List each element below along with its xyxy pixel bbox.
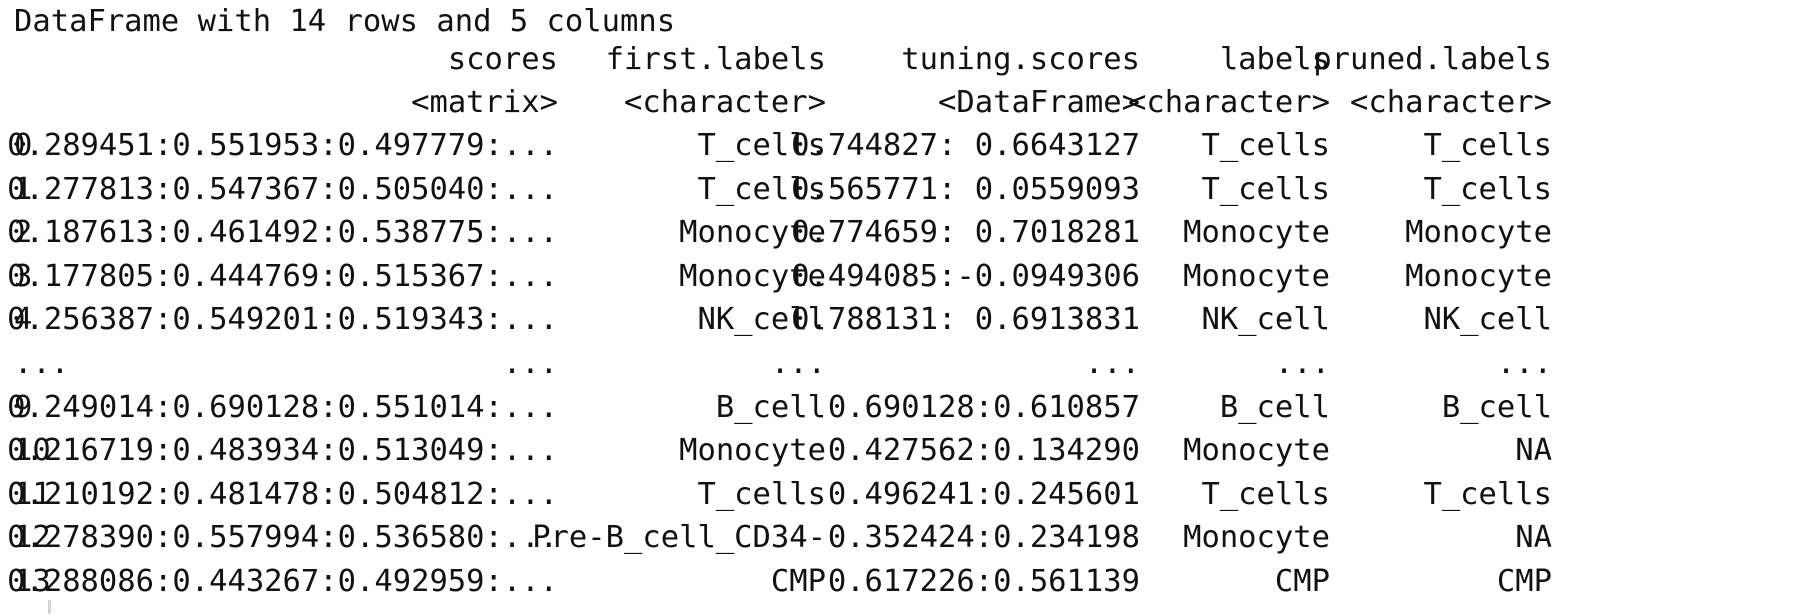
table-row: 1 0.277813:0.547367:0.505040:... T_cells 0.… [7, 168, 1790, 212]
cell-labels: B_cell [1219, 389, 1330, 425]
cell-scores: 0.289451:0.551953:0.497779:... [7, 128, 558, 163]
table-row: 12 0.278390:0.557994:0.536580:... Pre-B_ce… [7, 516, 1790, 560]
cell-scores: 0.177805:0.444769:0.515367:... [7, 258, 558, 294]
cell-pruned-labels: T_cells [1423, 128, 1552, 163]
table-row: .................. [14, 342, 1790, 386]
cell-labels: T_cells [1201, 171, 1330, 207]
table-row: 11 0.210192:0.481478:0.504812:... T_cells 0… [7, 473, 1790, 517]
cell-scores: 0.249014:0.690128:0.551014:... [7, 389, 558, 425]
cell-labels: NK_cell [1201, 302, 1330, 338]
cell-pruned-labels: NA [1515, 433, 1552, 469]
cell-tuning-scores: ... [1084, 346, 1140, 381]
cell-tuning-scores: 0.427562:0.134290 [827, 433, 1140, 469]
cell-labels: CMP [1274, 564, 1330, 599]
cell-pruned-labels: NA [1515, 520, 1552, 556]
table-row: 4 0.256387:0.549201:0.519343:... NK_cell 0.… [7, 298, 1790, 342]
row-index: ... [14, 346, 70, 381]
cell-pruned-labels: ... [1496, 346, 1552, 381]
column-type-pruned-labels: <character> [1350, 85, 1552, 120]
column-type-row: <matrix> <character> <DataFrame> <charac… [14, 81, 1790, 125]
cell-scores: 0.256387:0.549201:0.519343:... [7, 302, 558, 338]
cell-labels: Monocyte [1183, 433, 1330, 469]
cell-scores: ... [502, 346, 558, 381]
cell-scores: 0.187613:0.461492:0.538775:... [7, 215, 558, 251]
cell-tuning-scores: 0.788131: 0.6913831 [791, 302, 1140, 338]
cell-labels: Monocyte [1183, 258, 1330, 294]
table-row: 9 0.249014:0.690128:0.551014:... B_cell 0.6… [7, 386, 1790, 430]
cell-labels: ... [1274, 346, 1330, 381]
cell-first-labels: B_cell [715, 389, 826, 425]
column-type-scores: <matrix> [411, 85, 558, 120]
table-row: 3 0.177805:0.444769:0.515367:... Monocyte 0… [7, 255, 1790, 299]
cell-tuning-scores: 0.774659: 0.7018281 [791, 215, 1140, 251]
column-header-first-labels: first.labels [605, 42, 826, 77]
table-row: 10 0.216719:0.483934:0.513049:... Monocyte… [7, 429, 1790, 473]
table-row: 0 0.289451:0.551953:0.497779:... T_cells 0.… [7, 124, 1790, 168]
column-type-labels: <character> [1128, 85, 1330, 120]
cell-tuning-scores: 0.617226:0.561139 [827, 564, 1140, 599]
cell-first-labels: CMP [770, 564, 826, 599]
cell-labels: T_cells [1201, 476, 1330, 512]
column-type-tuning-scores: <DataFrame> [938, 85, 1140, 120]
cell-scores: 0.216719:0.483934:0.513049:... [7, 433, 558, 469]
cell-scores: 0.210192:0.481478:0.504812:... [7, 476, 558, 512]
cell-tuning-scores: 0.744827: 0.6643127 [791, 128, 1140, 163]
column-header-pruned-labels: pruned.labels [1313, 42, 1552, 77]
cursor-indicator [48, 600, 51, 614]
cell-first-labels: T_cells [697, 476, 826, 512]
console-output: DataFrame with 14 rows and 5 columns sco… [0, 0, 1794, 616]
cell-pruned-labels: T_cells [1423, 476, 1552, 512]
cell-pruned-labels: Monocyte [1405, 215, 1552, 251]
cell-labels: Monocyte [1183, 520, 1330, 556]
cell-tuning-scores: 0.565771: 0.0559093 [791, 171, 1140, 207]
table-row: 13 0.288086:0.443267:0.492959:... CMP 0.617… [7, 560, 1790, 604]
cell-tuning-scores: 0.352424:0.234198 [827, 520, 1140, 556]
cell-tuning-scores: 0.496241:0.245601 [827, 476, 1140, 512]
column-type-first-labels: <character> [624, 85, 826, 120]
cell-scores: 0.288086:0.443267:0.492959:... [7, 564, 558, 599]
cell-tuning-scores: 0.494085:-0.0949306 [791, 258, 1140, 294]
cell-labels: Monocyte [1183, 215, 1330, 251]
cell-pruned-labels: NK_cell [1423, 302, 1552, 338]
cell-labels: T_cells [1201, 128, 1330, 163]
column-header-scores: scores [447, 42, 558, 77]
column-header-row: scores first.labels tuning.scores labels… [14, 38, 1790, 82]
cell-pruned-labels: T_cells [1423, 171, 1552, 207]
column-header-tuning-scores: tuning.scores [901, 42, 1140, 77]
cell-pruned-labels: Monocyte [1405, 258, 1552, 294]
cell-first-labels: ... [770, 346, 826, 381]
cell-scores: 0.277813:0.547367:0.505040:... [7, 171, 558, 207]
cell-tuning-scores: 0.690128:0.610857 [827, 389, 1140, 425]
cell-pruned-labels: CMP [1496, 564, 1552, 599]
cell-first-labels: Pre-B_cell_CD34- [532, 520, 826, 556]
cell-pruned-labels: B_cell [1441, 389, 1552, 425]
cell-first-labels: Monocyte [679, 433, 826, 469]
table-row: 2 0.187613:0.461492:0.538775:... Monocyte 0… [7, 211, 1790, 255]
cell-scores: 0.278390:0.557994:0.536580:... [7, 520, 558, 556]
